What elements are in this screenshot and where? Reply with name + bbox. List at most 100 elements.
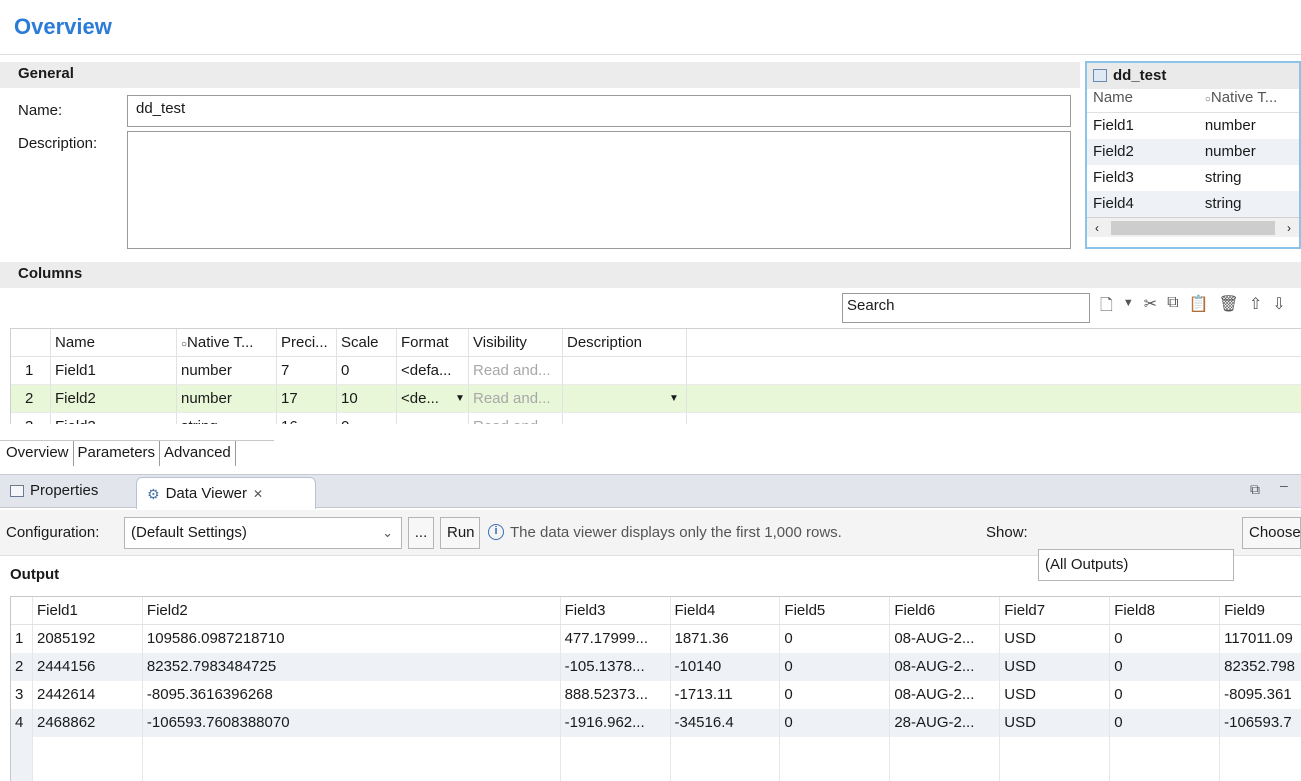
output-header-field8[interactable]: Field8 xyxy=(1110,597,1221,624)
table-row[interactable]: 1 Field1 number 7 0 <defa... Read and... xyxy=(11,357,1301,385)
table-cell[interactable]: 1871.36 xyxy=(671,625,781,653)
cut-icon[interactable]: ✂ xyxy=(1144,294,1157,321)
chevron-right-icon[interactable]: › xyxy=(1279,221,1299,235)
cell-scale[interactable]: 0 xyxy=(337,357,397,384)
table-cell[interactable]: 0 xyxy=(1110,625,1221,653)
column-header-description[interactable]: Description xyxy=(563,329,687,356)
table-cell[interactable]: 82352.7983484725 xyxy=(143,653,561,681)
table-row[interactable]: 2 2444156 82352.7983484725 -105.1378... … xyxy=(11,653,1301,681)
table-cell[interactable]: 2468862 xyxy=(33,709,143,737)
table-cell[interactable]: USD xyxy=(1000,653,1111,681)
copy-icon[interactable]: ⧉ xyxy=(1167,294,1178,321)
output-header-field1[interactable]: Field1 xyxy=(33,597,143,624)
cell-native-type[interactable]: string xyxy=(177,413,277,424)
table-cell[interactable]: 08-AUG-2... xyxy=(890,625,1001,653)
table-cell[interactable]: 888.52373... xyxy=(561,681,671,709)
column-header-format[interactable]: Format xyxy=(397,329,469,356)
cell-native-type[interactable]: number xyxy=(177,357,277,384)
preview-horizontal-scrollbar[interactable]: ‹ › xyxy=(1087,217,1299,237)
cell-description[interactable] xyxy=(563,357,687,384)
column-header-name[interactable]: Name xyxy=(51,329,177,356)
scrollbar-thumb[interactable] xyxy=(1111,220,1275,235)
table-cell[interactable]: USD xyxy=(1000,681,1111,709)
preview-row[interactable]: Field2 number xyxy=(1087,139,1299,165)
run-button[interactable]: Run xyxy=(440,517,480,549)
table-cell[interactable]: 28-AUG-2... xyxy=(890,709,1001,737)
table-cell[interactable]: 0 xyxy=(1110,709,1221,737)
view-menu-icon[interactable]: ⧉ xyxy=(1250,481,1260,498)
cell-name[interactable]: Field3 xyxy=(51,413,177,424)
chevron-left-icon[interactable]: ‹ xyxy=(1087,221,1107,235)
table-cell[interactable]: 2085192 xyxy=(33,625,143,653)
table-cell[interactable]: -1916.962... xyxy=(561,709,671,737)
new-column-icon[interactable]: 🗋 xyxy=(1100,294,1113,321)
show-field[interactable]: (All Outputs) xyxy=(1038,549,1234,581)
configure-ellipsis-button[interactable]: ... xyxy=(408,517,434,549)
cell-format[interactable] xyxy=(397,413,469,424)
cell-description[interactable] xyxy=(563,413,687,424)
name-field[interactable]: dd_test xyxy=(127,95,1071,127)
cell-scale[interactable]: 10 xyxy=(337,385,397,412)
table-cell[interactable]: 0 xyxy=(780,653,891,681)
output-header-field7[interactable]: Field7 xyxy=(1000,597,1111,624)
column-header-visibility[interactable]: Visibility xyxy=(469,329,563,356)
preview-header-name[interactable]: Name xyxy=(1087,89,1205,112)
cell-name[interactable]: Field2 xyxy=(51,385,177,412)
table-cell[interactable]: 477.17999... xyxy=(561,625,671,653)
table-cell[interactable]: 08-AUG-2... xyxy=(890,681,1001,709)
description-field[interactable] xyxy=(127,131,1071,249)
column-header-scale[interactable]: Scale xyxy=(337,329,397,356)
column-header-native-type[interactable]: ○Native T... xyxy=(177,329,277,356)
table-cell[interactable]: 82352.798 xyxy=(1220,653,1301,681)
cell-visibility[interactable]: Read and... xyxy=(469,357,563,384)
configuration-select[interactable]: (Default Settings) ⌄ xyxy=(124,517,402,549)
minimize-icon[interactable]: – xyxy=(1280,477,1288,493)
preview-row[interactable]: Field4 string xyxy=(1087,191,1299,217)
cell-precision[interactable]: 17 xyxy=(277,385,337,412)
table-row[interactable]: 3 2442614 -8095.3616396268 888.52373... … xyxy=(11,681,1301,709)
preview-row[interactable]: Field1 number xyxy=(1087,113,1299,139)
table-cell[interactable]: 2444156 xyxy=(33,653,143,681)
output-header-field6[interactable]: Field6 xyxy=(890,597,1001,624)
table-cell[interactable]: 08-AUG-2... xyxy=(890,653,1001,681)
paste-icon[interactable]: 📋 xyxy=(1189,294,1209,321)
table-row[interactable]: 3 Field3 string 16 0 Read and... xyxy=(11,413,1301,424)
dropdown-arrow-icon[interactable]: ▼ xyxy=(1123,294,1134,321)
table-cell[interactable]: 2442614 xyxy=(33,681,143,709)
cell-format[interactable]: <de... ▼ xyxy=(397,385,469,412)
cell-precision[interactable]: 7 xyxy=(277,357,337,384)
table-cell[interactable]: 117011.09 xyxy=(1220,625,1301,653)
table-cell[interactable]: USD xyxy=(1000,709,1111,737)
table-cell[interactable]: -1713.11 xyxy=(671,681,781,709)
choose-button[interactable]: Choose xyxy=(1242,517,1301,549)
table-cell[interactable]: -106593.7 xyxy=(1220,709,1301,737)
table-row[interactable]: 1 2085192 109586.0987218710 477.17999...… xyxy=(11,625,1301,653)
output-header-field2[interactable]: Field2 xyxy=(143,597,561,624)
table-cell[interactable]: 0 xyxy=(780,625,891,653)
table-cell[interactable]: -8095.3616396268 xyxy=(143,681,561,709)
move-down-icon[interactable]: ⇩ xyxy=(1272,294,1285,321)
table-row[interactable]: 4 2468862 -106593.7608388070 -1916.962..… xyxy=(11,709,1301,737)
table-cell[interactable]: -34516.4 xyxy=(671,709,781,737)
table-row[interactable]: 2 Field2 number 17 10 <de... ▼ Read and.… xyxy=(11,385,1301,413)
table-cell[interactable]: 0 xyxy=(1110,681,1221,709)
tab-properties[interactable]: Properties xyxy=(0,475,108,507)
delete-icon[interactable]: 🗑 xyxy=(1219,294,1239,321)
table-cell[interactable]: -105.1378... xyxy=(561,653,671,681)
cell-dropdown-icon[interactable]: ▼ xyxy=(669,385,679,412)
column-header-precision[interactable]: Preci... xyxy=(277,329,337,356)
preview-row[interactable]: Field3 string xyxy=(1087,165,1299,191)
move-up-icon[interactable]: ⇧ xyxy=(1249,294,1262,321)
table-cell[interactable]: -106593.7608388070 xyxy=(143,709,561,737)
output-header-field9[interactable]: Field9 xyxy=(1220,597,1301,624)
tab-advanced[interactable]: Advanced xyxy=(160,441,236,466)
table-cell[interactable]: USD xyxy=(1000,625,1111,653)
table-cell[interactable]: -8095.361 xyxy=(1220,681,1301,709)
preview-header-type[interactable]: ○Native T... xyxy=(1205,89,1299,112)
tab-data-viewer[interactable]: ⚙ Data Viewer ✕ xyxy=(136,477,316,509)
search-input[interactable]: Search xyxy=(842,293,1090,323)
cell-visibility[interactable]: Read and... xyxy=(469,385,563,412)
table-cell[interactable]: 0 xyxy=(780,709,891,737)
cell-name[interactable]: Field1 xyxy=(51,357,177,384)
cell-dropdown-icon[interactable]: ▼ xyxy=(455,385,465,412)
